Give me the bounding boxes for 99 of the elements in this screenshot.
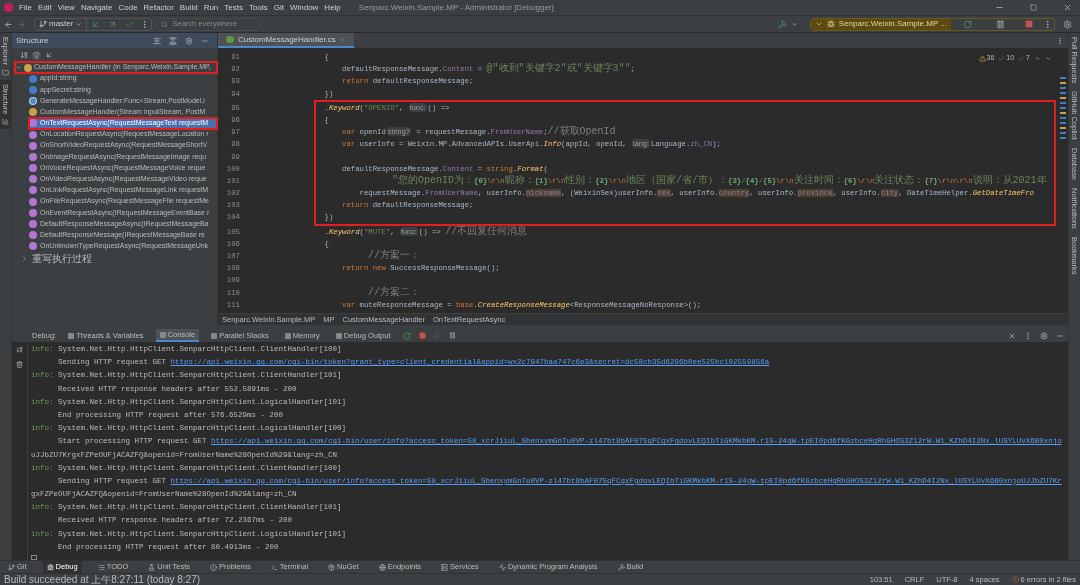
more-icon[interactable]: [1056, 36, 1064, 45]
check-icon: [1018, 54, 1026, 62]
scroll-marker[interactable]: [1060, 92, 1066, 94]
code-token: 地区（国家/省/市）：: [626, 174, 728, 186]
class-icon: [24, 63, 32, 72]
more-icon[interactable]: [1024, 331, 1032, 340]
tool-icon: [498, 563, 506, 571]
menu-item[interactable]: File: [19, 1, 32, 14]
chevron-down-icon[interactable]: [15, 64, 22, 71]
tool-icon: [210, 563, 218, 571]
scroll-marker[interactable]: [1060, 122, 1066, 124]
code-token: 关注状态：: [874, 174, 925, 186]
scroll-marker[interactable]: [1060, 102, 1066, 104]
build-icon[interactable]: [777, 19, 787, 29]
menu-item[interactable]: Run: [203, 1, 219, 14]
menu-item[interactable]: View: [57, 1, 75, 14]
search-icon: [161, 20, 169, 28]
code-token: 关注时间：: [793, 174, 844, 186]
maximize-icon[interactable]: [1030, 4, 1037, 11]
caret-icon: [75, 20, 83, 28]
scroll-marker[interactable]: [1060, 107, 1066, 109]
code-comment: //获取OpenId: [547, 126, 616, 138]
tab-icon: [211, 332, 218, 339]
tab-icon: [159, 331, 166, 338]
menu-item[interactable]: Window: [289, 1, 319, 14]
filter-icon[interactable]: [32, 50, 41, 60]
settings-icon[interactable]: [1063, 19, 1072, 29]
scroll-marker[interactable]: [1060, 137, 1066, 139]
scroll-marker[interactable]: [1060, 77, 1066, 79]
menu-item[interactable]: Git: [273, 1, 284, 14]
tool-icon: [46, 563, 54, 571]
scroll-to-icon[interactable]: [45, 51, 53, 59]
status-message: Build succeeded at 上午8:27:11 (today 8:27): [4, 574, 201, 585]
code-token: 说明：从2021年: [972, 174, 1047, 186]
editor-tab[interactable]: CustomMessageHandler.cs: [218, 33, 354, 48]
dropdown-icon[interactable]: [790, 20, 798, 28]
tab-icon: [335, 332, 342, 339]
tab-icon: [68, 332, 75, 339]
update-icon[interactable]: [91, 19, 101, 29]
scroll-marker[interactable]: [1060, 97, 1066, 99]
code-token: "您的OpenID为：: [391, 174, 475, 186]
folder-icon: [2, 68, 9, 76]
tab-icon: [284, 332, 291, 339]
code-token: 昵称：: [504, 174, 535, 186]
close-icon[interactable]: [1063, 3, 1072, 12]
tool-icon: [617, 563, 625, 571]
error-icon: [1011, 576, 1019, 583]
pause-icon[interactable]: [448, 332, 456, 339]
scroll-icon[interactable]: [16, 346, 23, 353]
tool-icon: [441, 563, 449, 571]
clear-icon[interactable]: [16, 361, 23, 368]
csharp-file-icon: [226, 36, 234, 43]
menu-item[interactable]: Tools: [249, 1, 268, 14]
tool-icon: [97, 563, 105, 571]
menu-item[interactable]: Build: [179, 1, 198, 14]
menu-item[interactable]: Refactor: [143, 1, 174, 14]
collapse-all-icon[interactable]: [169, 36, 177, 45]
code-token: @"收到"关键字2"或"关键字3"": [486, 63, 631, 75]
code-comment: //不回复任何消息: [445, 225, 528, 237]
bar-chart-icon: [2, 118, 9, 126]
menu-item[interactable]: Help: [324, 1, 341, 14]
tool-icon: [328, 563, 336, 571]
settings-icon[interactable]: [1040, 331, 1048, 340]
menu-item[interactable]: Edit: [37, 1, 52, 14]
settings-icon[interactable]: [185, 36, 193, 45]
next-icon[interactable]: [1045, 54, 1052, 62]
menu-item[interactable]: Navigate: [80, 1, 113, 14]
push-icon[interactable]: [108, 19, 118, 29]
sort-icon[interactable]: [20, 51, 28, 59]
panel-title: Structure: [16, 34, 49, 47]
menu-item[interactable]: Tests: [224, 1, 243, 14]
scroll-marker[interactable]: [1060, 132, 1066, 134]
scroll-marker[interactable]: [1060, 87, 1066, 89]
scroll-marker[interactable]: [1060, 127, 1066, 129]
expand-all-icon[interactable]: [153, 36, 161, 45]
check-icon: [998, 54, 1006, 62]
previous-icon[interactable]: [1034, 54, 1041, 62]
tool-icon: [148, 563, 156, 571]
scroll-marker[interactable]: [1060, 117, 1066, 119]
close-icon[interactable]: [1008, 331, 1016, 340]
window-title: Senparc.Weixin.Sample.MP - Administrator [Debugger]: [358, 1, 554, 14]
code-token: 性别：: [565, 174, 596, 186]
rerun-icon[interactable]: [402, 331, 411, 340]
menu-item[interactable]: Code: [118, 1, 138, 14]
tool-icon: [8, 563, 15, 571]
chevron-right-icon[interactable]: [21, 255, 28, 262]
warning-icon: [978, 54, 986, 62]
tool-icon: [378, 563, 386, 571]
stop-icon[interactable]: [418, 332, 426, 339]
tree-node[interactable]: 重写执行过程: [21, 252, 217, 265]
back-icon[interactable]: [4, 19, 13, 29]
constructor-icon: [29, 108, 37, 117]
branch-icon: [39, 20, 47, 28]
commit-icon[interactable]: [125, 19, 135, 29]
tool-icon: [270, 563, 278, 571]
app-logo-icon: [4, 3, 13, 12]
scroll-marker[interactable]: [1060, 112, 1066, 114]
property-icon: [29, 96, 37, 105]
scroll-marker[interactable]: [1060, 82, 1066, 84]
